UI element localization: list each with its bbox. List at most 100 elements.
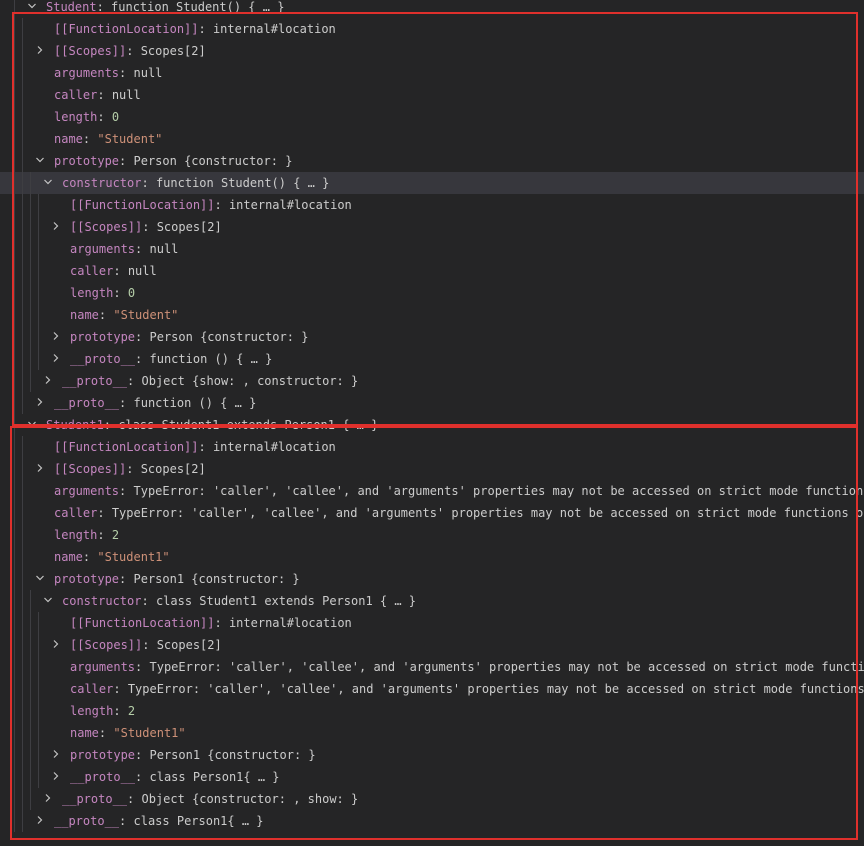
indent-guide — [38, 634, 39, 656]
tree-row: name: "Student" — [0, 128, 864, 150]
indent-guide — [30, 700, 31, 722]
property-separator: : — [214, 198, 222, 212]
tree-row[interactable]: prototype: Person {constructor: } — [0, 326, 864, 348]
indent-guide — [22, 436, 23, 458]
property-name: arguments — [70, 242, 136, 256]
property-separator: : — [97, 88, 105, 102]
tree-row[interactable]: constructor: class Student1 extends Pers… — [0, 590, 864, 612]
indent-guide — [22, 766, 23, 788]
chevron-right-icon[interactable] — [50, 216, 62, 238]
property-separator: : — [97, 506, 105, 520]
tree-row[interactable]: [[Scopes]]: Scopes[2] — [0, 634, 864, 656]
chevron-right-icon[interactable] — [50, 348, 62, 370]
tree-row[interactable]: [[Scopes]]: Scopes[2] — [0, 216, 864, 238]
property-value: 0 — [104, 110, 120, 124]
tree-row[interactable]: __proto__: Object {constructor: , show: … — [0, 788, 864, 810]
property-separator: : — [113, 704, 121, 718]
row-content: prototype: Person {constructor: } — [70, 326, 308, 348]
row-content: prototype: Person {constructor: } — [54, 150, 292, 172]
tree-row[interactable]: prototype: Person1 {constructor: } — [0, 568, 864, 590]
indent-guide — [14, 458, 15, 480]
property-value: "Student" — [90, 132, 163, 146]
indent-guide — [14, 414, 15, 436]
tree-row[interactable]: __proto__: class Person1{ … } — [0, 766, 864, 788]
tree-row[interactable]: constructor: function Student() { … } — [0, 172, 864, 194]
property-name: caller — [70, 264, 114, 278]
chevron-down-icon[interactable] — [34, 150, 46, 172]
tree-row[interactable]: [[Scopes]]: Scopes[2] — [0, 40, 864, 62]
tree-row[interactable]: Student1: class Student1 extends Person1… — [0, 414, 864, 436]
indent-guide — [38, 722, 39, 744]
property-value: "Student1" — [106, 726, 186, 740]
indent-guide — [14, 766, 15, 788]
tree-row[interactable]: __proto__: Object {show: , constructor: … — [0, 370, 864, 392]
chevron-down-icon[interactable] — [26, 414, 38, 436]
chevron-right-icon[interactable] — [34, 40, 46, 62]
tree-row[interactable]: prototype: Person1 {constructor: } — [0, 744, 864, 766]
chevron-right-icon[interactable] — [42, 370, 54, 392]
property-value: 0 — [120, 286, 136, 300]
chevron-right-icon[interactable] — [50, 766, 62, 788]
chevron-right-icon[interactable] — [50, 326, 62, 348]
indent-guide — [30, 172, 31, 194]
property-separator: : — [97, 110, 105, 124]
chevron-down-icon[interactable] — [34, 568, 46, 590]
indent-guide — [22, 18, 23, 40]
indent-guide — [30, 260, 31, 282]
tree-row: [[FunctionLocation]]: internal#location — [0, 194, 864, 216]
chevron-down-icon[interactable] — [42, 172, 54, 194]
row-content: __proto__: class Person1{ … } — [70, 766, 280, 788]
tree-row[interactable]: Student: function Student() { … } — [0, 0, 864, 18]
tree-row[interactable]: __proto__: function () { … } — [0, 348, 864, 370]
row-content: Student1: class Student1 extends Person1… — [46, 414, 378, 436]
property-name: prototype — [70, 748, 136, 762]
chevron-right-icon[interactable] — [42, 788, 54, 810]
property-name: arguments — [54, 484, 120, 498]
chevron-right-icon[interactable] — [50, 634, 62, 656]
chevron-down-icon[interactable] — [26, 0, 38, 18]
property-name: name — [54, 550, 83, 564]
property-value: class Student1 extends Person1 { … } — [148, 594, 417, 608]
row-content: caller: TypeError: 'caller', 'callee', a… — [54, 502, 864, 524]
indent-guide — [14, 260, 15, 282]
indent-guide — [14, 238, 15, 260]
indent-guide — [14, 282, 15, 304]
property-value: null — [126, 66, 163, 80]
chevron-right-icon[interactable] — [34, 392, 46, 414]
indent-guide — [38, 304, 39, 326]
indent-guide — [14, 612, 15, 634]
indent-guide — [30, 744, 31, 766]
property-name: __proto__ — [62, 792, 128, 806]
chevron-right-icon[interactable] — [34, 810, 46, 832]
tree-row[interactable]: __proto__: class Person1{ … } — [0, 810, 864, 832]
chevron-down-icon[interactable] — [42, 590, 54, 612]
property-separator: : — [113, 682, 121, 696]
property-name: arguments — [70, 660, 136, 674]
property-name: caller — [70, 682, 114, 696]
property-name: Student — [46, 0, 97, 14]
property-value: null — [142, 242, 179, 256]
tree-row[interactable]: prototype: Person {constructor: } — [0, 150, 864, 172]
indent-guide — [38, 700, 39, 722]
indent-guide — [30, 194, 31, 216]
indent-guide — [22, 612, 23, 634]
chevron-right-icon[interactable] — [50, 744, 62, 766]
indent-guide — [30, 282, 31, 304]
row-content: __proto__: Object {show: , constructor: … — [62, 370, 358, 392]
chevron-right-icon[interactable] — [34, 458, 46, 480]
tree-row: arguments: TypeError: 'caller', 'callee'… — [0, 656, 864, 678]
indent-guide — [22, 788, 23, 810]
property-name: length — [54, 110, 98, 124]
indent-guide — [30, 304, 31, 326]
indent-guide — [22, 216, 23, 238]
indent-guide — [22, 524, 23, 546]
property-value: TypeError: 'caller', 'callee', and 'argu… — [126, 484, 864, 498]
indent-guide — [30, 788, 31, 810]
indent-guide — [22, 568, 23, 590]
row-content: [[Scopes]]: Scopes[2] — [54, 40, 206, 62]
row-content: arguments: TypeError: 'caller', 'callee'… — [70, 656, 864, 678]
property-value: internal#location — [221, 198, 352, 212]
tree-row[interactable]: [[Scopes]]: Scopes[2] — [0, 458, 864, 480]
tree-row[interactable]: __proto__: function () { … } — [0, 392, 864, 414]
indent-guide — [38, 766, 39, 788]
